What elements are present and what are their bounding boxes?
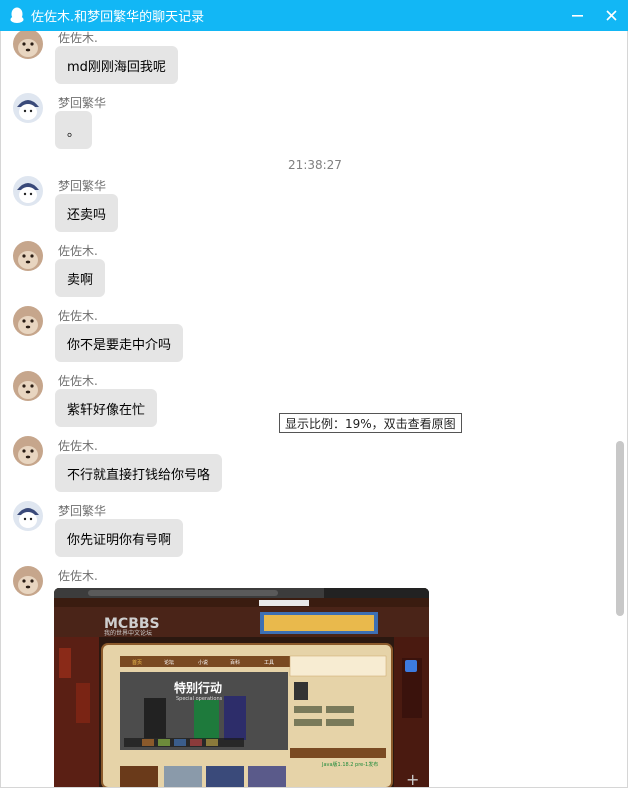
avatar-sasaki[interactable]	[13, 436, 43, 466]
chat-history[interactable]: 佐佐木. md刚刚海回我呢 梦回繁华 。 21:38:27 梦回繁华 还卖吗 佐…	[0, 31, 628, 788]
chat-scrollbar[interactable]	[616, 441, 624, 616]
message-bubble[interactable]: md刚刚海回我呢	[55, 46, 178, 84]
title-bar: 佐佐木.和梦回繁华的聊天记录	[0, 0, 628, 31]
sender-name: 佐佐木.	[58, 309, 98, 323]
avatar-sasaki[interactable]	[13, 306, 43, 336]
sender-name: 佐佐木.	[58, 439, 98, 453]
sender-name: 梦回繁华	[58, 504, 107, 518]
message-bubble[interactable]: 紫轩好像在忙	[55, 389, 158, 427]
sender-name: 佐佐木.	[58, 569, 98, 583]
avatar-sasaki[interactable]	[13, 241, 43, 271]
sender-name: 佐佐木.	[58, 31, 98, 45]
minimize-icon	[571, 15, 583, 17]
mcbbs-nav-item: 小说	[198, 659, 208, 666]
message-timestamp: 21:38:27	[288, 158, 342, 172]
mcbbs-nav-item: 工具	[264, 660, 274, 666]
message-bubble[interactable]: 卖啊	[55, 259, 106, 297]
message-bubble[interactable]: 你先证明你有号啊	[55, 519, 184, 557]
qq-penguin-icon	[9, 7, 25, 25]
mcbbs-nav-item: 论坛	[164, 659, 174, 666]
sender-name: 梦回繁华	[58, 96, 107, 110]
mcbbs-screenshot-image: MCBBS 我的世界中文论坛 首页 论坛 小说 百科 工具 特别行动 Speci…	[54, 588, 429, 788]
mcbbs-banner-title: 特别行动	[174, 680, 222, 695]
avatar-sasaki[interactable]	[13, 31, 43, 59]
avatar-menghui[interactable]	[13, 501, 43, 531]
mcbbs-subtitle: 我的世界中文论坛	[104, 629, 152, 637]
mcbbs-nav-item: 百科	[230, 659, 240, 666]
minimize-button[interactable]	[560, 0, 594, 31]
message-bubble[interactable]: 不行就直接打钱给你号咯	[55, 454, 223, 492]
avatar-menghui[interactable]	[13, 93, 43, 123]
avatar-menghui[interactable]	[13, 176, 43, 206]
zoom-ratio-tooltip: 显示比例：19%，双击查看原图	[279, 413, 462, 433]
mcbbs-banner-sub: Special operations	[176, 696, 223, 702]
sender-name: 佐佐木.	[58, 374, 98, 388]
close-button[interactable]	[594, 0, 628, 31]
message-bubble[interactable]: 。	[55, 111, 93, 149]
message-bubble[interactable]: 还卖吗	[55, 194, 119, 232]
sender-name: 佐佐木.	[58, 244, 98, 258]
close-icon	[605, 10, 617, 21]
message-bubble[interactable]: 你不是要走中介吗	[55, 324, 184, 362]
avatar-sasaki[interactable]	[13, 371, 43, 401]
svg-text:+: +	[406, 770, 419, 788]
mcbbs-nav-item: 首页	[132, 659, 142, 666]
mcbbs-news: Java版1.18.2 pre-1发布	[321, 761, 378, 768]
shared-image-message[interactable]: MCBBS 我的世界中文论坛 首页 论坛 小说 百科 工具 特别行动 Speci…	[54, 588, 429, 788]
sender-name: 梦回繁华	[58, 179, 107, 193]
avatar-sasaki[interactable]	[13, 566, 43, 596]
window-title: 佐佐木.和梦回繁华的聊天记录	[31, 10, 205, 25]
